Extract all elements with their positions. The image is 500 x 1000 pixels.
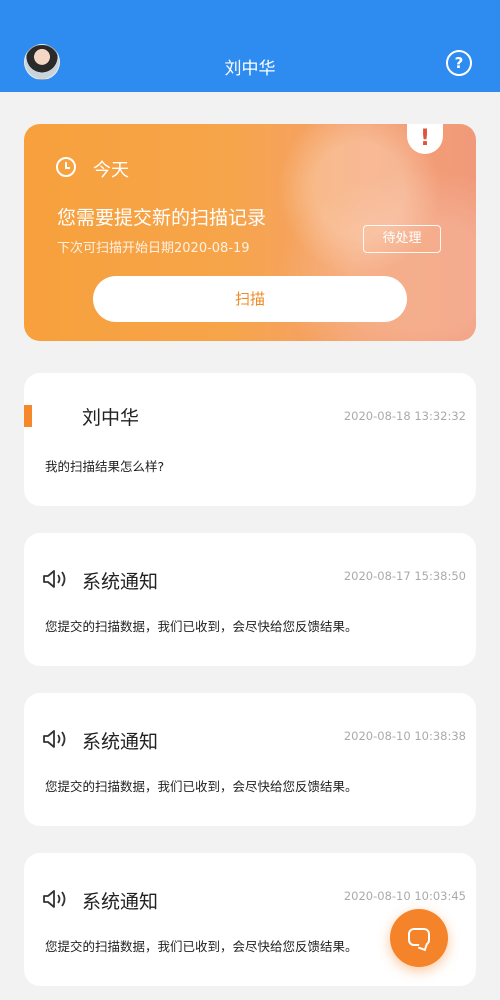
message-time: 2020-08-10 10:03:45 <box>343 889 466 903</box>
notice-title: 系统通知 <box>82 731 159 753</box>
top-bar: 刘中华 ? <box>0 0 500 92</box>
message-text: 我的扫描结果怎么样? <box>45 459 165 474</box>
notice-card[interactable]: 系统通知 2020-08-10 10:38:38 您提交的扫描数据，我们已收到，… <box>24 693 476 826</box>
pending-button[interactable]: 待处理 <box>363 225 441 253</box>
message-text: 您提交的扫描数据，我们已收到，会尽快给您反馈结果。 <box>45 939 358 954</box>
speaker-icon <box>43 570 66 588</box>
message-card[interactable]: 刘中华 2020-08-18 13:32:32 我的扫描结果怎么样? <box>24 373 476 506</box>
chat-button[interactable] <box>390 909 448 967</box>
speaker-icon <box>43 890 66 908</box>
clock-icon <box>56 157 76 177</box>
speaker-icon <box>43 730 66 748</box>
message-text: 您提交的扫描数据，我们已收到，会尽快给您反馈结果。 <box>45 619 358 634</box>
notice-card[interactable]: 系统通知 2020-08-17 15:38:50 您提交的扫描数据，我们已收到，… <box>24 533 476 666</box>
message-time: 2020-08-18 13:32:32 <box>343 409 466 423</box>
notice-title: 系统通知 <box>82 891 159 913</box>
message-time: 2020-08-10 10:38:38 <box>343 729 466 743</box>
scan-button[interactable]: 扫描 <box>93 276 407 322</box>
chat-bubble-icon <box>408 928 430 946</box>
notice-title: 系统通知 <box>82 571 159 593</box>
accent-bar <box>24 405 32 427</box>
today-label: 今天 <box>93 160 129 181</box>
submit-reminder-text: 您需要提交新的扫描记录 <box>57 207 267 229</box>
message-time: 2020-08-17 15:38:50 <box>343 569 466 583</box>
next-scan-date: 下次可扫描开始日期2020-08-19 <box>57 241 250 256</box>
page-title: 刘中华 <box>224 59 276 79</box>
help-icon[interactable]: ? <box>446 50 472 76</box>
message-sender: 刘中华 <box>82 407 140 429</box>
message-text: 您提交的扫描数据，我们已收到，会尽快给您反馈结果。 <box>45 779 358 794</box>
